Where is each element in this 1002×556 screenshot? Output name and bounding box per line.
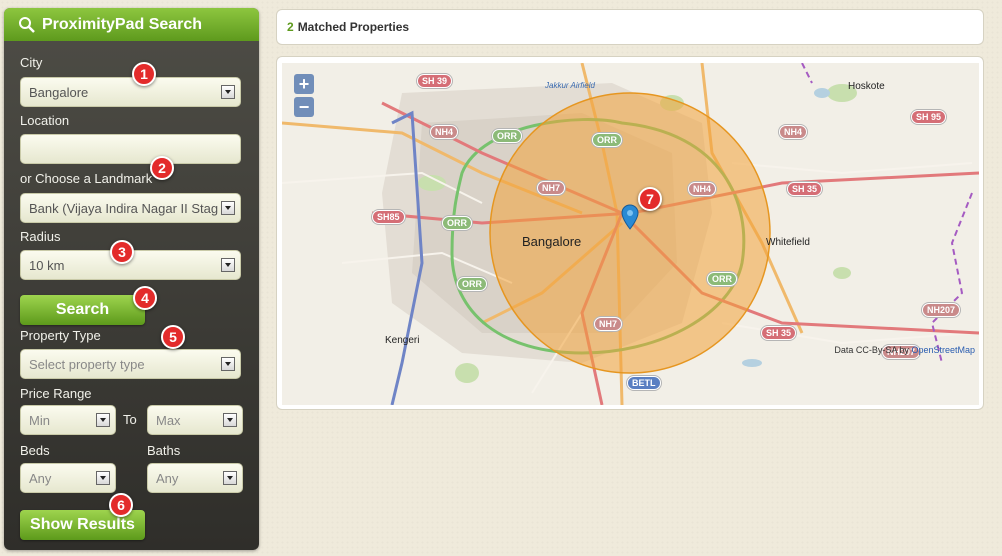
baths-label: Baths	[147, 443, 181, 458]
property-type-label: Property Type	[20, 328, 101, 343]
road-shield: SH 95	[911, 110, 947, 124]
chevron-down-icon[interactable]	[96, 471, 110, 485]
baths-select[interactable]: Any	[147, 463, 243, 493]
step-badge-5: 5	[161, 325, 185, 349]
search-icon	[19, 16, 35, 33]
map-label-airfield: Jakkur Airfield	[545, 81, 595, 90]
property-type-select[interactable]: Select property type	[20, 349, 241, 379]
zoom-out-button[interactable]: −	[294, 97, 314, 117]
price-max-select[interactable]: Max	[147, 405, 243, 435]
price-max-value: Max	[156, 412, 181, 428]
road-shield: ORR	[442, 216, 472, 230]
beds-label: Beds	[20, 443, 50, 458]
map-panel: SH 39 NH4 ORR SH 95 NH4 ORR SH 35 NH7 NH…	[276, 56, 984, 410]
road-shield: ORR	[492, 129, 522, 143]
road-shield: SH 35	[787, 182, 823, 196]
price-range-label: Price Range	[20, 386, 92, 401]
baths-value: Any	[156, 470, 179, 486]
step-badge-2: 2	[150, 156, 174, 180]
beds-value: Any	[29, 470, 52, 486]
road-shield: SH85	[372, 210, 405, 224]
chevron-down-icon[interactable]	[223, 471, 237, 485]
road-shield: ORR	[457, 277, 487, 291]
step-badge-7: 7	[638, 187, 662, 211]
step-badge-3: 3	[110, 240, 134, 264]
map-canvas[interactable]: SH 39 NH4 ORR SH 95 NH4 ORR SH 35 NH7 NH…	[282, 63, 979, 405]
property-type-placeholder: Select property type	[29, 356, 145, 372]
map-label-kengeri: Kengeri	[385, 335, 420, 346]
location-input[interactable]	[20, 134, 241, 164]
step-badge-6: 6	[109, 493, 133, 517]
road-shield: NH4	[779, 125, 808, 139]
city-select[interactable]: Bangalore	[20, 77, 241, 107]
price-min-value: Min	[29, 412, 50, 428]
map-label-hoskote: Hoskote	[848, 81, 885, 92]
road-shield: BETL	[627, 376, 661, 390]
road-shield: NH207	[922, 303, 961, 317]
step-badge-1: 1	[132, 62, 156, 86]
road-shield: NH7	[537, 181, 566, 195]
chevron-down-icon[interactable]	[221, 85, 235, 99]
location-label: Location	[20, 113, 70, 128]
step-badge-4: 4	[133, 286, 157, 310]
panel-header: ProximityPad Search	[4, 8, 259, 41]
results-count: 2	[287, 20, 294, 34]
zoom-in-button[interactable]: +	[294, 74, 314, 94]
landmark-select[interactable]: Bank (Vijaya Indira Nagar II Stag	[20, 193, 241, 223]
city-label: City	[20, 55, 43, 70]
attribution-link[interactable]: OpenStreetMap	[911, 345, 975, 355]
beds-select[interactable]: Any	[20, 463, 116, 493]
location-pin-icon[interactable]	[621, 204, 639, 230]
chevron-down-icon[interactable]	[221, 201, 235, 215]
road-shield: NH7	[594, 317, 623, 331]
road-shield: NH4	[688, 182, 717, 196]
landmark-label: or Choose a Landmark	[20, 171, 153, 186]
road-shield: SH 39	[417, 74, 453, 88]
map-label-bangalore: Bangalore	[522, 234, 582, 249]
chevron-down-icon[interactable]	[96, 413, 110, 427]
radius-label: Radius	[20, 229, 61, 244]
price-to-label: To	[123, 412, 137, 427]
search-button[interactable]: Search	[20, 295, 145, 325]
map-attribution: Data CC-By-SA by OpenStreetMap	[834, 345, 975, 355]
radius-select-value: 10 km	[29, 257, 65, 273]
map-label-whitefield: Whitefield	[766, 237, 810, 248]
landmark-select-value: Bank (Vijaya Indira Nagar II Stag	[29, 200, 219, 216]
results-bar: 2 Matched Properties	[276, 9, 984, 45]
results-label: Matched Properties	[297, 20, 410, 34]
attribution-text: Data CC-By-SA by	[834, 345, 909, 355]
chevron-down-icon[interactable]	[221, 357, 235, 371]
road-shield: ORR	[592, 133, 622, 147]
road-shield: SH 35	[761, 326, 797, 340]
chevron-down-icon[interactable]	[223, 413, 237, 427]
app-title: ProximityPad Search	[42, 15, 203, 33]
price-min-select[interactable]: Min	[20, 405, 116, 435]
city-select-value: Bangalore	[29, 84, 89, 100]
road-shield: ORR	[707, 272, 737, 286]
road-shield: NH4	[430, 125, 459, 139]
chevron-down-icon[interactable]	[221, 258, 235, 272]
